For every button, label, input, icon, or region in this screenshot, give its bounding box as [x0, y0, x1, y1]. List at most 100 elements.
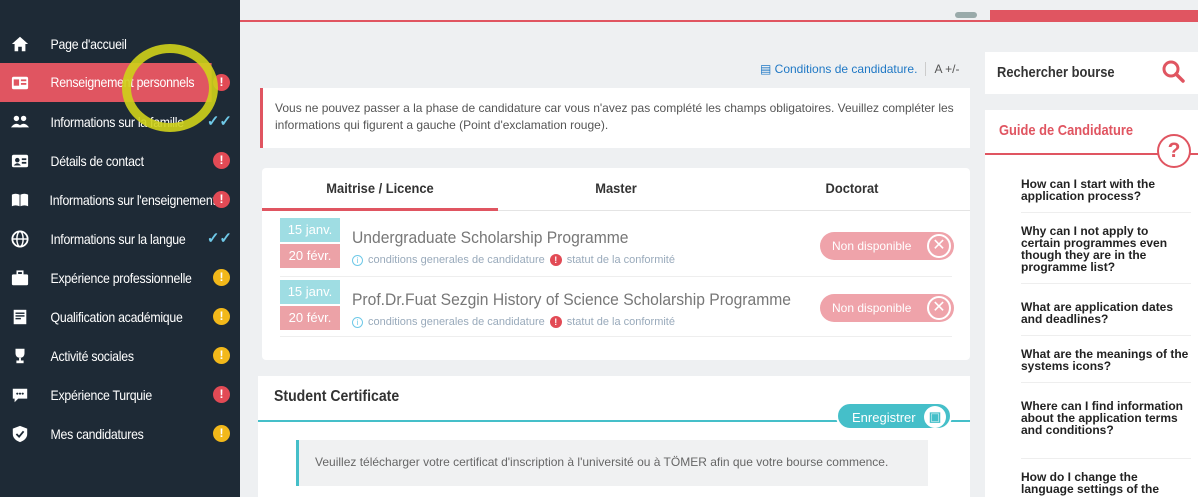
programme-title[interactable]: Undergraduate Scholarship Programme — [352, 228, 628, 248]
programme-row[interactable]: 15 janv. 20 févr. Undergraduate Scholars… — [262, 218, 970, 274]
row-divider — [280, 336, 952, 337]
sidebar-item-education[interactable]: Informations sur l'enseignement ! — [0, 180, 240, 219]
programme-title[interactable]: Prof.Dr.Fuat Sezgin History of Science S… — [352, 290, 791, 310]
completed-check-icon: ✓✓ — [206, 113, 232, 130]
sidebar-item-applications[interactable]: Mes candidatures ! — [0, 414, 240, 453]
header-accent — [990, 10, 1198, 20]
faq-divider — [1021, 212, 1191, 213]
sidebar-item-label: Expérience professionnelle — [50, 269, 192, 286]
faq-item[interactable]: How can I start with the application pro… — [1021, 178, 1191, 202]
globe-icon — [0, 219, 40, 258]
conditions-link[interactable]: conditions generales de candidature — [368, 254, 545, 266]
incomplete-warning: Vous ne pouvez passer a la phase de cand… — [260, 88, 970, 148]
section-title: Student Certificate — [274, 388, 400, 405]
book-icon — [0, 180, 39, 219]
guide-title: Guide de Candidature — [999, 122, 1134, 139]
faq-divider — [1021, 382, 1191, 383]
required-badge: ! — [213, 152, 230, 169]
save-button[interactable]: Enregistrer ▣ — [836, 402, 952, 430]
font-size-toggle[interactable]: A +/- — [934, 62, 959, 76]
floppy-disk-icon: ▣ — [924, 406, 946, 428]
application-guide: Guide de Candidature ? How can I start w… — [985, 110, 1198, 497]
conditions-link[interactable]: ▤ Conditions de candidature. — [760, 62, 917, 76]
sidebar-item-label: Informations sur la langue — [50, 230, 186, 247]
start-date: 15 janv. — [280, 280, 340, 304]
faq-divider — [1021, 283, 1191, 284]
contact-card-icon — [0, 141, 40, 180]
sidebar-item-family[interactable]: Informations sur la famille ✓✓ — [0, 102, 240, 141]
compliance-status-link[interactable]: statut de la conformité — [567, 254, 675, 266]
unavailable-label: Non disponible — [832, 239, 912, 253]
student-certificate-card: Student Certificate Enregistrer ▣ Veuill… — [258, 376, 970, 497]
header-logo-fragment — [955, 12, 977, 18]
unavailable-button[interactable]: Non disponible ✕ — [820, 294, 954, 322]
header-divider — [240, 20, 1198, 22]
required-badge: ! — [213, 191, 230, 208]
programme-meta: i conditions generales de candidature ! … — [352, 254, 675, 266]
help-question-icon: ? — [1157, 134, 1191, 168]
search-icon[interactable] — [1160, 58, 1186, 84]
search-label: Rechercher bourse — [997, 64, 1115, 81]
sidebar-item-label: Page d'accueil — [50, 35, 127, 52]
conditions-link-label: Conditions de candidature. — [774, 62, 918, 76]
programme-meta: i conditions generales de candidature ! … — [352, 316, 675, 328]
warning-badge: ! — [213, 269, 230, 286]
warning-badge: ! — [213, 347, 230, 364]
warning-badge: ! — [213, 308, 230, 325]
info-text: Veuillez télécharger votre certificat d'… — [315, 455, 889, 469]
sidebar-item-label: Renseignement personnels — [40, 63, 212, 102]
conditions-link[interactable]: conditions generales de candidature — [368, 316, 545, 328]
tab-master[interactable]: Master — [507, 168, 724, 212]
faq-divider — [1021, 335, 1191, 336]
compliance-status-link[interactable]: statut de la conformité — [567, 316, 675, 328]
programmes-card: Maitrise / Licence Master Doctorat 15 ja… — [262, 168, 970, 360]
alert-icon: ! — [549, 316, 562, 328]
trophy-icon — [0, 336, 40, 375]
faq-divider — [1021, 458, 1191, 459]
sidebar-item-social[interactable]: Activité sociales ! — [0, 336, 240, 375]
sidebar-item-label: Détails de contact — [50, 152, 144, 169]
sidebar-item-personal-info[interactable]: Renseignement personnels ! — [0, 63, 240, 102]
info-icon: i — [352, 316, 363, 328]
faq-item[interactable]: What are the meanings of the systems ico… — [1021, 348, 1191, 372]
page-tools: ▤ Conditions de candidature. A +/- — [760, 60, 970, 78]
close-icon: ✕ — [927, 234, 951, 258]
sidebar-item-label: Qualification académique — [50, 308, 183, 325]
sidebar-item-label: Expérience Turquie — [50, 386, 153, 403]
alert-icon: ! — [549, 254, 562, 266]
sidebar-item-language[interactable]: Informations sur la langue ✓✓ — [0, 219, 240, 258]
sidebar-item-label: Activité sociales — [50, 347, 134, 364]
briefcase-icon — [0, 258, 40, 297]
sidebar-item-qualification[interactable]: Qualification académique ! — [0, 297, 240, 336]
shield-check-icon — [0, 414, 40, 453]
sidebar-item-experience[interactable]: Expérience professionnelle ! — [0, 258, 240, 297]
faq-item[interactable]: Where can I find information about the a… — [1021, 400, 1191, 436]
family-icon — [0, 102, 40, 141]
faq-item[interactable]: How do I change the language settings of… — [1021, 471, 1191, 495]
start-date: 15 janv. — [280, 218, 340, 242]
faq-item[interactable]: Why can I not apply to certain programme… — [1021, 225, 1191, 273]
sidebar: Page d'accueil Renseignement personnels … — [0, 0, 240, 497]
certificate-icon — [0, 297, 40, 336]
completed-check-icon: ✓✓ — [206, 230, 232, 247]
home-icon — [0, 24, 40, 63]
warning-text: Vous ne pouvez passer a la phase de cand… — [275, 101, 954, 132]
end-date: 20 févr. — [280, 244, 340, 268]
sidebar-item-turkey-experience[interactable]: Expérience Turquie ! — [0, 375, 240, 414]
sidebar-item-contact[interactable]: Détails de contact ! — [0, 141, 240, 180]
programme-row[interactable]: 15 janv. 20 févr. Prof.Dr.Fuat Sezgin Hi… — [262, 280, 970, 336]
faq-item[interactable]: What are application dates and deadlines… — [1021, 301, 1191, 325]
sidebar-item-label: Informations sur la famille — [50, 113, 185, 130]
scholarship-search[interactable]: Rechercher bourse — [985, 52, 1198, 94]
end-date: 20 févr. — [280, 306, 340, 330]
unavailable-button[interactable]: Non disponible ✕ — [820, 232, 954, 260]
active-tab-indicator — [262, 208, 498, 211]
close-icon: ✕ — [927, 296, 951, 320]
divider — [925, 62, 927, 76]
info-icon: i — [352, 254, 363, 266]
tab-licence[interactable]: Maitrise / Licence — [271, 168, 488, 212]
id-card-icon — [0, 63, 40, 102]
tab-doctorat[interactable]: Doctorat — [743, 168, 960, 212]
sidebar-item-home[interactable]: Page d'accueil — [0, 24, 240, 63]
degree-tabs: Maitrise / Licence Master Doctorat — [262, 168, 970, 212]
